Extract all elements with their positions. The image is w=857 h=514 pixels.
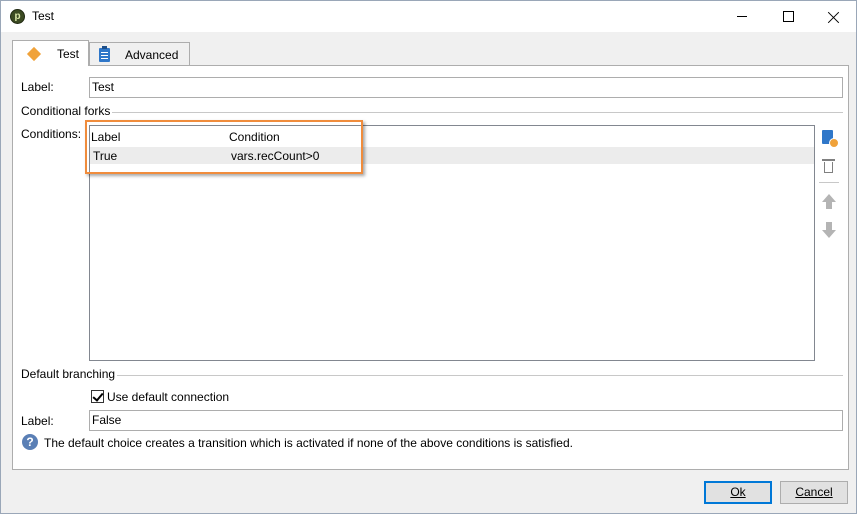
app-icon: p	[10, 9, 25, 24]
arrow-down-shaft	[826, 222, 832, 230]
tab-advanced[interactable]: Advanced	[89, 42, 190, 66]
use-default-checkbox[interactable]	[91, 390, 104, 403]
add-badge-icon	[829, 138, 839, 148]
ok-button-label: Ok	[730, 485, 746, 499]
default-label-caption: Label:	[21, 414, 54, 428]
toolbar-separator	[819, 182, 839, 183]
move-up-button[interactable]	[820, 193, 838, 211]
label-caption: Label:	[21, 80, 54, 94]
cancel-button[interactable]: Cancel	[780, 481, 848, 504]
help-icon: ?	[22, 434, 38, 450]
window-title: Test	[32, 9, 55, 23]
tab-test-label: Test	[57, 46, 80, 61]
label-input[interactable]: Test	[89, 77, 843, 98]
conditional-forks-title: Conditional forks	[21, 104, 113, 118]
default-branching-title: Default branching	[21, 367, 118, 381]
conditions-header: Label Condition	[90, 126, 814, 146]
use-default-label[interactable]: Use default connection	[107, 390, 229, 404]
dialog-window: p Test Test Advanced Label: Test Conditi…	[0, 0, 857, 514]
trash-icon	[824, 162, 833, 173]
column-header-label[interactable]: Label	[91, 130, 120, 144]
column-header-condition[interactable]: Condition	[229, 130, 280, 144]
help-text: The default choice creates a transition …	[44, 436, 573, 450]
maximize-button[interactable]	[765, 1, 811, 32]
move-down-button[interactable]	[820, 221, 838, 239]
ok-button[interactable]: Ok	[704, 481, 772, 504]
tab-test[interactable]: Test	[12, 40, 89, 66]
table-row[interactable]: True vars.recCount>0	[90, 147, 814, 164]
cancel-button-label: Cancel	[795, 485, 833, 499]
conditions-caption: Conditions:	[21, 127, 82, 141]
row-condition-cell: vars.recCount>0	[231, 149, 320, 163]
arrow-down-icon	[822, 230, 836, 238]
minimize-icon	[737, 16, 747, 17]
conditions-list[interactable]: Label Condition True vars.recCount>0	[89, 125, 815, 361]
clipboard-icon	[99, 45, 110, 62]
tab-advanced-label: Advanced	[125, 47, 179, 62]
minimize-button[interactable]	[719, 1, 765, 32]
diamond-icon	[26, 46, 42, 61]
default-branching-divider	[21, 375, 843, 376]
title-bar: p Test	[1, 1, 856, 32]
tab-panel: Label: Test Conditional forks Conditions…	[12, 65, 849, 470]
default-label-input[interactable]: False	[89, 410, 843, 431]
conditional-forks-divider	[21, 112, 843, 113]
arrow-up-shaft	[826, 201, 832, 209]
maximize-icon	[782, 11, 794, 22]
row-label-cell: True	[93, 149, 118, 163]
trash-lid-icon	[822, 159, 835, 161]
close-icon	[828, 11, 840, 23]
close-button[interactable]	[811, 1, 857, 32]
add-condition-button[interactable]	[820, 129, 839, 148]
delete-condition-button[interactable]	[820, 157, 838, 175]
